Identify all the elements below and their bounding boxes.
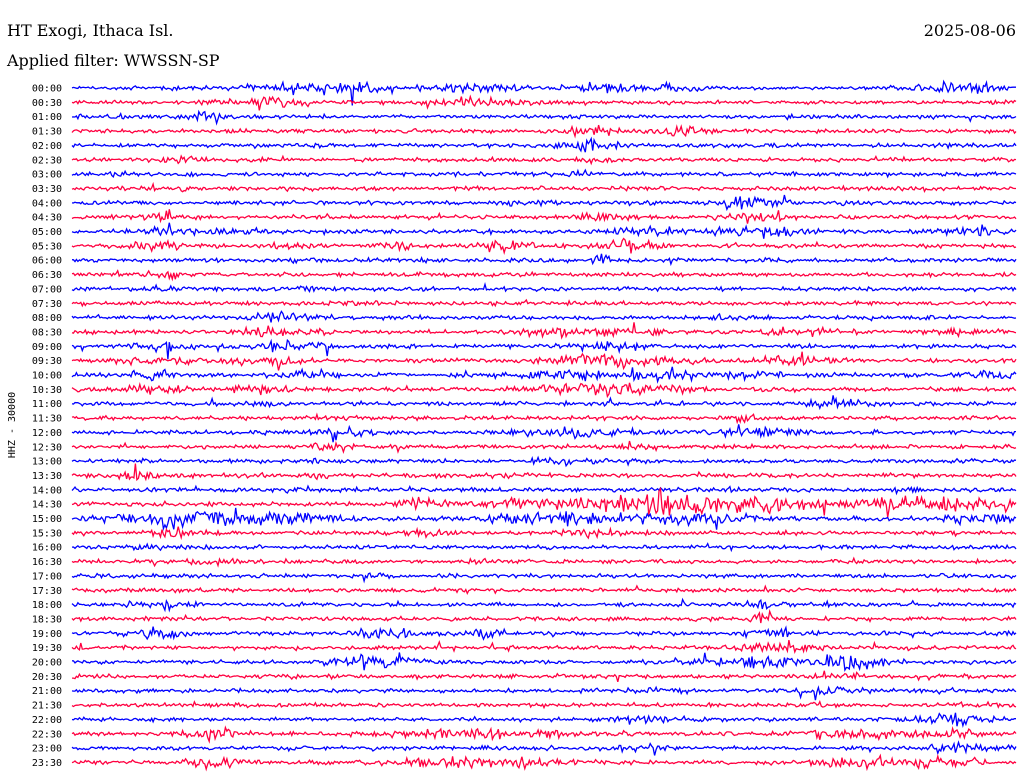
time-tick-label: 02:30 bbox=[32, 155, 62, 166]
time-tick-label: 05:30 bbox=[32, 241, 62, 252]
trace-line bbox=[71, 712, 1016, 729]
trace-line bbox=[71, 194, 1017, 212]
time-tick-label: 04:30 bbox=[32, 213, 62, 224]
trace-line bbox=[71, 338, 1017, 360]
time-tick-label: 16:30 bbox=[32, 557, 62, 568]
trace-line bbox=[71, 625, 1017, 641]
trace-line bbox=[71, 685, 1017, 701]
time-tick-label: 09:00 bbox=[32, 342, 62, 353]
trace-line bbox=[71, 725, 1017, 744]
time-tick-label: 22:00 bbox=[32, 715, 62, 726]
trace-line bbox=[71, 366, 1017, 384]
time-tick-label: 22:30 bbox=[32, 729, 62, 740]
time-tick-label: 02:00 bbox=[32, 141, 62, 152]
time-tick-label: 16:00 bbox=[32, 543, 62, 554]
time-tick-label: 15:30 bbox=[32, 528, 62, 539]
trace-line bbox=[71, 463, 1017, 482]
time-tick-label: 18:30 bbox=[32, 614, 62, 625]
time-tick-label: 01:00 bbox=[32, 112, 62, 123]
time-tick-label: 08:30 bbox=[32, 327, 62, 338]
trace-line bbox=[71, 440, 1017, 455]
trace-line bbox=[71, 526, 1017, 541]
time-tick-label: 23:00 bbox=[32, 744, 62, 755]
time-tick-label: 15:00 bbox=[32, 514, 62, 525]
trace-line bbox=[71, 298, 1017, 308]
seismogram-plot: 00:00 00:30 01:00 01:30 02:00 02:30 03:00 03:30… bbox=[7, 79, 1017, 772]
trace-line bbox=[71, 652, 1017, 672]
time-tick-label: 23:30 bbox=[32, 758, 62, 769]
trace-line bbox=[71, 382, 1017, 399]
trace-line bbox=[71, 351, 1017, 371]
time-tick-label: 00:00 bbox=[32, 84, 62, 95]
trace-line bbox=[71, 209, 1017, 224]
time-tick-label: 17:30 bbox=[32, 586, 62, 597]
time-tick-label: 07:30 bbox=[32, 299, 62, 310]
trace-line bbox=[71, 109, 1017, 126]
trace-line bbox=[71, 269, 1017, 282]
trace-line bbox=[71, 740, 1017, 756]
trace-line bbox=[71, 608, 1017, 624]
trace-line bbox=[71, 181, 1016, 193]
trace-line bbox=[71, 584, 1017, 595]
trace-line bbox=[71, 154, 1017, 166]
time-tick-label: 19:00 bbox=[32, 629, 62, 640]
time-tick-label: 14:00 bbox=[32, 485, 62, 496]
trace-line bbox=[71, 486, 1017, 518]
trace-line bbox=[71, 222, 1017, 239]
time-tick-label: 03:00 bbox=[32, 170, 62, 181]
time-tick-label: 09:30 bbox=[32, 356, 62, 367]
time-tick-label: 13:00 bbox=[32, 457, 62, 468]
trace-line bbox=[71, 310, 1017, 323]
trace-line bbox=[71, 424, 1016, 443]
time-tick-label: 04:00 bbox=[32, 198, 62, 209]
trace-line bbox=[71, 455, 1017, 468]
time-tick-label: 06:00 bbox=[32, 256, 62, 267]
time-tick-label: 07:00 bbox=[32, 284, 62, 295]
trace-line bbox=[71, 639, 1017, 654]
time-tick-label: 14:30 bbox=[32, 500, 62, 511]
time-tick-label: 03:30 bbox=[32, 184, 62, 195]
trace-line bbox=[71, 597, 1017, 613]
trace-line bbox=[71, 572, 1017, 584]
time-axis: 00:00 00:30 01:00 01:30 02:00 02:30 03:00 03:30… bbox=[32, 84, 62, 769]
time-tick-label: 21:30 bbox=[32, 701, 62, 712]
time-tick-label: 00:30 bbox=[32, 98, 62, 109]
time-tick-label: 12:00 bbox=[32, 428, 62, 439]
trace-line bbox=[71, 699, 1017, 710]
trace-line bbox=[71, 753, 1017, 772]
trace-line bbox=[71, 507, 1017, 532]
time-tick-label: 13:30 bbox=[32, 471, 62, 482]
time-tick-label: 10:00 bbox=[32, 371, 62, 382]
time-tick-label: 05:00 bbox=[32, 227, 62, 238]
time-tick-label: 10:30 bbox=[32, 385, 62, 396]
trace-line bbox=[71, 253, 1017, 267]
channel-label: HHZ - 30000 bbox=[7, 392, 18, 458]
time-tick-label: 20:00 bbox=[32, 658, 62, 669]
trace-line bbox=[71, 282, 1017, 293]
trace-line bbox=[71, 322, 1017, 340]
time-tick-label: 20:30 bbox=[32, 672, 62, 683]
trace-line bbox=[71, 395, 1017, 411]
trace-line bbox=[72, 670, 1017, 682]
trace-line bbox=[71, 168, 1017, 179]
time-tick-label: 19:30 bbox=[32, 643, 62, 654]
time-tick-label: 18:00 bbox=[32, 600, 62, 611]
trace-line bbox=[71, 556, 1017, 568]
time-tick-label: 06:30 bbox=[32, 270, 62, 281]
trace-line bbox=[71, 124, 1017, 139]
time-tick-label: 11:30 bbox=[32, 414, 62, 425]
trace-line bbox=[71, 542, 1017, 553]
trace-layer bbox=[71, 79, 1017, 772]
trace-line bbox=[71, 412, 1017, 425]
trace-line bbox=[71, 484, 1017, 496]
trace-line bbox=[71, 94, 1017, 111]
time-tick-label: 21:00 bbox=[32, 686, 62, 697]
time-tick-label: 12:30 bbox=[32, 442, 62, 453]
time-tick-label: 17:00 bbox=[32, 571, 62, 582]
trace-line bbox=[71, 136, 1017, 153]
time-tick-label: 11:00 bbox=[32, 399, 62, 410]
trace-line bbox=[71, 237, 1017, 256]
time-tick-label: 08:00 bbox=[32, 313, 62, 324]
time-tick-label: 01:30 bbox=[32, 127, 62, 138]
